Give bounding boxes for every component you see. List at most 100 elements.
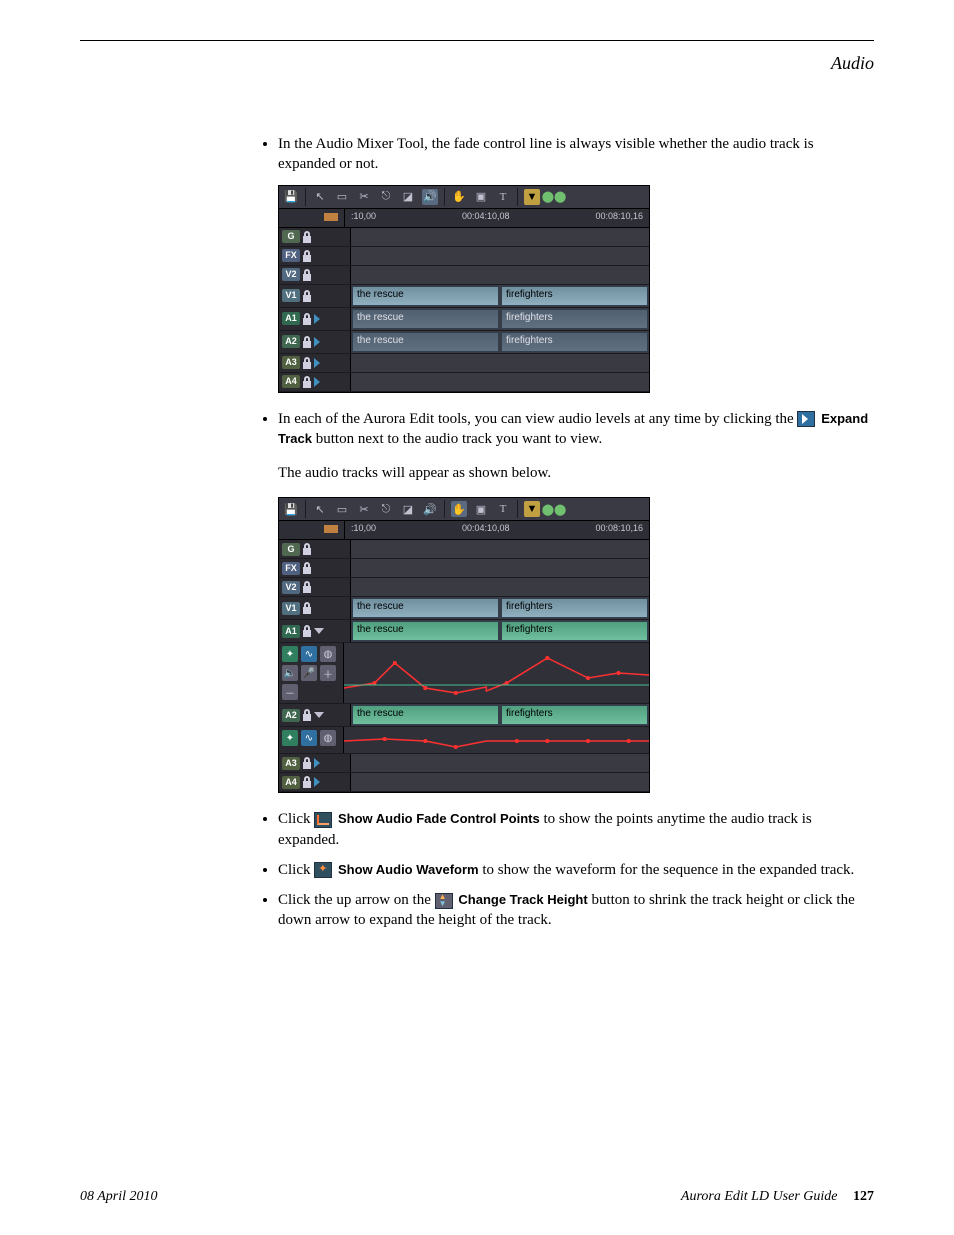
track-label[interactable]: A4 (282, 776, 300, 789)
text: to show the waveform for the sequence in… (482, 862, 854, 878)
text-icon[interactable]: T (495, 189, 511, 205)
clip[interactable]: firefighters (501, 598, 648, 618)
crop-icon[interactable]: ▣ (473, 189, 489, 205)
fill-icon[interactable]: ◪ (400, 501, 416, 517)
track-label[interactable]: V1 (282, 289, 300, 302)
track-label[interactable]: A2 (282, 709, 300, 722)
mic-icon[interactable]: 🎤 (301, 665, 317, 681)
speaker-icon[interactable]: 🔈 (282, 665, 298, 681)
track-label[interactable]: V1 (282, 602, 300, 615)
hand-icon[interactable]: ✋ (451, 501, 467, 517)
waveform-area[interactable] (344, 643, 649, 703)
track-row-a2-expanded: A2 the rescuefirefighters (279, 704, 649, 727)
expand-track-icon[interactable] (314, 777, 320, 787)
fill-icon[interactable]: ◪ (400, 189, 416, 205)
lock-icon[interactable] (302, 357, 312, 369)
clip[interactable]: the rescue (352, 286, 499, 306)
footer-date: 08 April 2010 (80, 1189, 158, 1205)
tick-label: 00:08:10,16 (595, 211, 643, 227)
expand-track-icon[interactable] (314, 758, 320, 768)
page-number: 127 (853, 1189, 874, 1204)
track-controls: ✦ ∿ ◍ (279, 727, 344, 753)
track-label[interactable]: A1 (282, 312, 300, 325)
box-icon[interactable]: ▭ (334, 189, 350, 205)
lock-icon[interactable] (302, 313, 312, 325)
clip[interactable]: the rescue (352, 332, 499, 352)
clip[interactable]: the rescue (352, 705, 499, 725)
user-icon[interactable]: ▼ (524, 189, 540, 205)
cut-icon[interactable]: ✂ (356, 189, 372, 205)
track-label[interactable]: A1 (282, 625, 300, 638)
track-label[interactable]: G (282, 230, 300, 243)
user-icon[interactable]: ▼ (524, 501, 540, 517)
text-icon[interactable]: T (495, 501, 511, 517)
show-waveform-icon[interactable]: ∿ (301, 646, 317, 662)
track-row-a1: A1 the rescue firefighters (279, 308, 649, 331)
clip[interactable]: firefighters (501, 332, 648, 352)
track-label[interactable]: V2 (282, 581, 300, 594)
track-height-icon[interactable]: ◍ (320, 646, 336, 662)
crop-icon[interactable]: ▣ (473, 501, 489, 517)
clip[interactable]: the rescue (352, 598, 499, 618)
zoom-out-icon[interactable]: － (282, 684, 298, 700)
show-waveform-icon[interactable]: ∿ (301, 730, 317, 746)
clip[interactable]: firefighters (501, 286, 648, 306)
expand-track-icon[interactable] (314, 358, 320, 368)
track-height-icon[interactable]: ◍ (320, 730, 336, 746)
collapse-track-icon[interactable] (314, 628, 324, 634)
save-icon[interactable]: 💾 (283, 501, 299, 517)
clip[interactable]: the rescue (352, 309, 499, 329)
pointer-icon[interactable]: ↖ (312, 501, 328, 517)
link-icon[interactable]: ⬤⬤ (546, 501, 562, 517)
pointer-icon[interactable]: ↖ (312, 189, 328, 205)
expand-track-icon[interactable] (314, 337, 320, 347)
lock-icon[interactable] (302, 376, 312, 388)
track-label[interactable]: FX (282, 249, 300, 262)
timeline-collapsed: 💾 ↖ ▭ ✂ ⎋ ◪ 🔊 ✋ ▣ T ▼ ⬤⬤ :10,00 (278, 185, 650, 393)
split-icon[interactable]: ⎋ (378, 501, 394, 517)
lock-icon[interactable] (302, 709, 312, 721)
lock-icon[interactable] (302, 562, 312, 574)
lock-icon[interactable] (302, 602, 312, 614)
track-label[interactable]: A3 (282, 757, 300, 770)
lock-icon[interactable] (302, 581, 312, 593)
lock-icon[interactable] (302, 250, 312, 262)
zoom-in-icon[interactable]: ＋ (320, 665, 336, 681)
track-label[interactable]: V2 (282, 268, 300, 281)
box-icon[interactable]: ▭ (334, 501, 350, 517)
timeline-toolbar: 💾 ↖ ▭ ✂ ⎋ ◪ 🔊 ✋ ▣ T ▼ ⬤⬤ (279, 498, 649, 521)
clip[interactable]: firefighters (501, 309, 648, 329)
button-label: Change Track Height (458, 892, 587, 907)
lock-icon[interactable] (302, 757, 312, 769)
link-icon[interactable]: ⬤⬤ (546, 189, 562, 205)
clip[interactable]: the rescue (352, 621, 499, 641)
cut-icon[interactable]: ✂ (356, 501, 372, 517)
expand-track-icon[interactable] (314, 377, 320, 387)
clip[interactable]: firefighters (501, 621, 648, 641)
audio-icon[interactable]: 🔊 (422, 189, 438, 205)
lock-icon[interactable] (302, 290, 312, 302)
track-label[interactable]: G (282, 543, 300, 556)
track-label[interactable]: A2 (282, 335, 300, 348)
save-icon[interactable]: 💾 (283, 189, 299, 205)
hand-icon[interactable]: ✋ (451, 189, 467, 205)
waveform-area[interactable] (344, 727, 649, 753)
expand-track-icon[interactable] (314, 314, 320, 324)
track-label[interactable]: FX (282, 562, 300, 575)
show-fade-points-icon[interactable]: ✦ (282, 646, 298, 662)
text: Click (278, 811, 314, 827)
show-fade-points-icon[interactable]: ✦ (282, 730, 298, 746)
collapse-track-icon[interactable] (314, 712, 324, 718)
tick-label: :10,00 (351, 211, 376, 227)
lock-icon[interactable] (302, 543, 312, 555)
clip[interactable]: firefighters (501, 705, 648, 725)
audio-icon[interactable]: 🔊 (422, 501, 438, 517)
lock-icon[interactable] (302, 269, 312, 281)
track-label[interactable]: A4 (282, 375, 300, 388)
split-icon[interactable]: ⎋ (378, 189, 394, 205)
lock-icon[interactable] (302, 776, 312, 788)
track-label[interactable]: A3 (282, 356, 300, 369)
lock-icon[interactable] (302, 336, 312, 348)
lock-icon[interactable] (302, 625, 312, 637)
lock-icon[interactable] (302, 231, 312, 243)
